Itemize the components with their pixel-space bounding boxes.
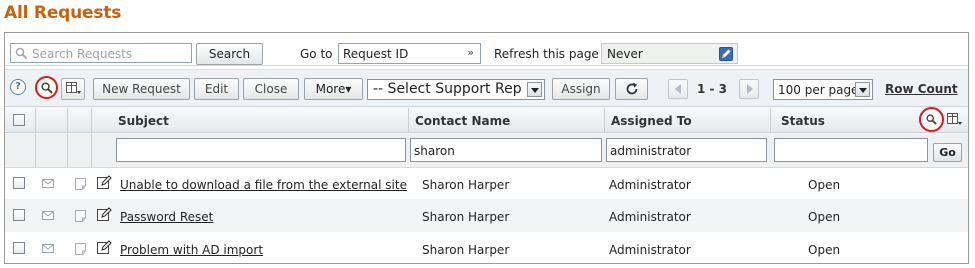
edit-button[interactable]: Edit xyxy=(194,78,239,100)
filter-contact-input[interactable]: sharon xyxy=(410,138,602,162)
row-subject-link[interactable]: Problem with AD import xyxy=(120,243,263,257)
row-contact: Sharon Harper xyxy=(422,243,510,257)
filter-contact-value: sharon xyxy=(414,144,455,158)
edit-icon[interactable] xyxy=(97,175,112,190)
more-button[interactable]: More▾ xyxy=(304,78,363,100)
prev-page-button[interactable] xyxy=(668,79,688,99)
table-row[interactable]: Problem with AD import Sharon Harper Adm… xyxy=(5,231,968,264)
search-icon xyxy=(926,114,937,125)
search-button[interactable]: Search xyxy=(196,43,263,65)
note-icon[interactable] xyxy=(75,178,86,190)
refresh-field[interactable]: Never xyxy=(601,43,738,64)
close-button[interactable]: Close xyxy=(243,78,299,100)
search-icon xyxy=(41,82,53,94)
row-checkbox[interactable] xyxy=(13,177,25,189)
email-icon[interactable] xyxy=(42,244,54,253)
search-input[interactable]: Search Requests xyxy=(10,43,192,63)
refresh-icon xyxy=(626,82,638,95)
column-header-contact-name[interactable]: Contact Name xyxy=(415,114,510,128)
page-range: 1 - 3 xyxy=(697,82,728,96)
column-header-subject[interactable]: Subject xyxy=(118,114,169,128)
search-bar: Search Requests Search Go to Request ID … xyxy=(5,33,968,66)
edit-icon[interactable] xyxy=(97,240,112,255)
select-all-checkbox[interactable] xyxy=(13,114,25,126)
column-header-assigned-to[interactable]: Assigned To xyxy=(611,114,692,128)
support-rep-select[interactable]: -- Select Support Rep xyxy=(367,79,545,100)
goto-label: Go to xyxy=(300,47,333,61)
search-icon xyxy=(15,47,28,60)
row-status: Open xyxy=(808,243,841,257)
column-chooser-button[interactable] xyxy=(61,78,85,100)
search-placeholder: Search Requests xyxy=(32,47,133,61)
email-icon[interactable] xyxy=(42,179,54,188)
filter-assigned-value: administrator xyxy=(610,144,692,158)
help-icon[interactable]: ? xyxy=(10,79,26,95)
toggle-search-button[interactable] xyxy=(35,76,58,99)
row-status: Open xyxy=(808,210,841,224)
note-icon[interactable] xyxy=(75,210,86,222)
row-count-link[interactable]: Row Count xyxy=(885,82,958,96)
filter-go-button[interactable]: Go xyxy=(933,143,962,162)
page-title: All Requests xyxy=(4,3,122,23)
email-icon[interactable] xyxy=(42,211,54,220)
row-contact: Sharon Harper xyxy=(422,178,510,192)
filter-status-input[interactable] xyxy=(774,138,928,162)
next-page-button[interactable] xyxy=(739,79,759,99)
chevron-down-icon[interactable] xyxy=(527,82,542,97)
table-row[interactable]: Unable to download a file from the exter… xyxy=(5,168,968,201)
note-icon[interactable] xyxy=(75,243,86,255)
row-contact: Sharon Harper xyxy=(422,210,510,224)
row-assigned: Administrator xyxy=(609,210,691,224)
filter-row: sharon administrator Go xyxy=(5,134,968,168)
edit-icon[interactable] xyxy=(97,207,112,222)
edit-pencil-icon[interactable] xyxy=(719,47,733,61)
support-rep-value: -- Select Support Rep xyxy=(373,81,522,97)
columns-icon[interactable] xyxy=(947,113,963,127)
goto-value: Request ID xyxy=(343,47,409,61)
refresh-value: Never xyxy=(607,47,643,61)
per-page-value: 100 per page xyxy=(778,83,859,97)
goto-field[interactable]: Request ID » xyxy=(338,43,481,64)
column-header-status[interactable]: Status xyxy=(781,114,825,128)
row-checkbox[interactable] xyxy=(13,242,25,254)
per-page-select[interactable]: 100 per page xyxy=(773,79,873,100)
refresh-label: Refresh this page xyxy=(494,47,599,61)
filter-subject-input[interactable] xyxy=(116,138,406,162)
columns-icon xyxy=(66,82,81,94)
new-request-button[interactable]: New Request xyxy=(93,78,190,100)
row-status: Open xyxy=(808,178,841,192)
goto-arrow-icon[interactable]: » xyxy=(467,46,474,59)
table-header: Subject Contact Name Assigned To Status xyxy=(5,107,968,133)
assign-button[interactable]: Assign xyxy=(552,78,610,100)
refresh-button[interactable] xyxy=(615,78,648,100)
row-subject-link[interactable]: Unable to download a file from the exter… xyxy=(120,178,407,192)
filter-assigned-input[interactable]: administrator xyxy=(606,138,767,162)
row-assigned: Administrator xyxy=(609,178,691,192)
table-row[interactable]: Password Reset Sharon Harper Administrat… xyxy=(5,199,968,232)
requests-panel: Search Requests Search Go to Request ID … xyxy=(4,32,969,264)
toolbar: ? New Request Edit Close More▾ -- Select… xyxy=(5,69,968,107)
row-subject-link[interactable]: Password Reset xyxy=(120,210,213,224)
row-checkbox[interactable] xyxy=(13,209,25,221)
column-search-button[interactable] xyxy=(919,107,944,132)
chevron-down-icon[interactable] xyxy=(855,82,870,97)
row-assigned: Administrator xyxy=(609,243,691,257)
